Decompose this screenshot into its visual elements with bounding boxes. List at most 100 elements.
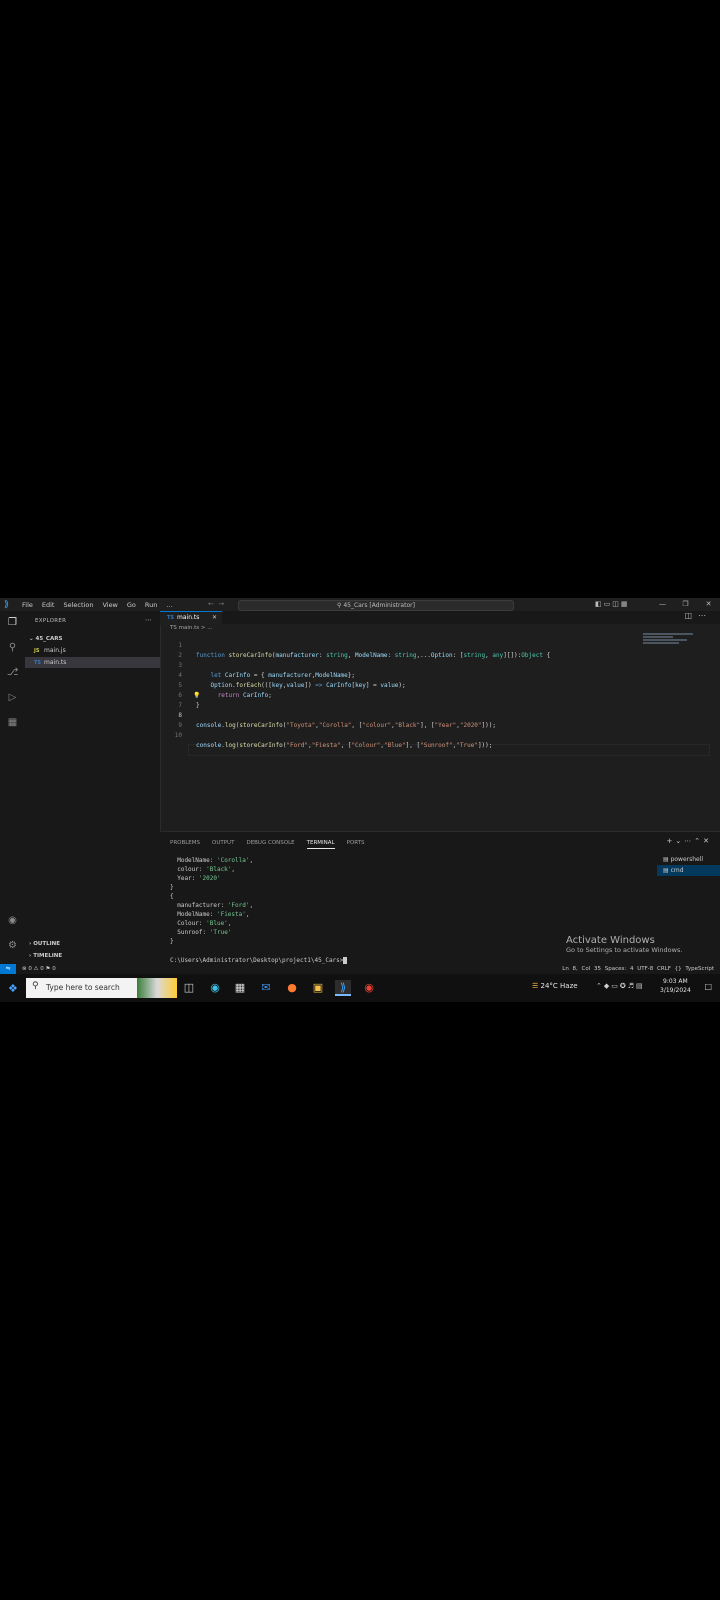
chevron-down-icon: ⌄ bbox=[29, 636, 34, 642]
search-highlight-image bbox=[137, 978, 177, 998]
remote-icon[interactable]: ⇋ bbox=[0, 964, 16, 974]
terminal-item-cmd[interactable]: ▤ cmd bbox=[657, 865, 720, 876]
code-line: 5 return CarInfo; bbox=[160, 671, 720, 699]
problems-status[interactable]: ⊗ 0 ⚠ 0 ⚑ 0 bbox=[22, 964, 56, 974]
terminal-line: Year: '2020' bbox=[170, 875, 221, 882]
file-main-js[interactable]: JS main.js bbox=[25, 645, 160, 656]
run-debug-icon[interactable]: ▷ bbox=[6, 691, 19, 704]
outline-section[interactable]: › OUTLINE bbox=[29, 941, 60, 947]
vscode-taskbar-icon[interactable]: ⟫ bbox=[335, 980, 351, 996]
terminal-line: colour: 'Black', bbox=[170, 866, 236, 873]
haze-icon: ☰ bbox=[532, 982, 539, 990]
taskbar-clock[interactable]: 9:03 AM 3/19/2024 bbox=[660, 977, 691, 995]
extensions-icon[interactable]: ▦ bbox=[6, 716, 19, 729]
terminal-output[interactable]: ModelName: 'Corolla', colour: 'Black', Y… bbox=[170, 856, 348, 965]
more-actions-icon[interactable]: ⋯ bbox=[145, 616, 152, 624]
panel-tabs: PROBLEMS OUTPUT DEBUG CONSOLE TERMINAL P… bbox=[170, 840, 377, 849]
search-icon[interactable]: ⚲ bbox=[6, 641, 19, 654]
search-icon: ⚲ bbox=[32, 981, 39, 991]
split-editor-icon[interactable]: ◫⋯ bbox=[684, 611, 712, 620]
taskbar-search[interactable]: ⚲ Type here to search bbox=[26, 978, 177, 998]
file-name: main.ts bbox=[44, 659, 67, 666]
terminal-list: ▤ powershell ▤ cmd bbox=[657, 854, 720, 876]
command-center-label: 45_Cars [Administrator] bbox=[343, 602, 415, 609]
menu-file[interactable]: File bbox=[22, 601, 33, 609]
terminal-line: } bbox=[170, 884, 174, 891]
mail-icon[interactable]: ✉ bbox=[258, 980, 274, 996]
terminal-line: } bbox=[170, 938, 174, 945]
menu-bar: File Edit Selection View Go Run … bbox=[22, 601, 182, 609]
folder-header[interactable]: ⌄ 45_CARS bbox=[29, 636, 62, 642]
layout-toggle-icons[interactable]: ◧▭◫▦ bbox=[595, 600, 629, 608]
source-control-icon[interactable]: ⎇ bbox=[6, 666, 19, 679]
code-line: 8 console.log(storeCarInfo("Toyota","Cor… bbox=[160, 701, 720, 729]
store-icon[interactable]: ▦ bbox=[232, 980, 248, 996]
restore-icon[interactable]: ❐ bbox=[674, 598, 697, 611]
terminal-cursor bbox=[343, 957, 348, 964]
terminal-line: ModelName: 'Corolla', bbox=[170, 857, 254, 864]
menu-selection[interactable]: Selection bbox=[63, 601, 93, 609]
windows-taskbar: ❖ ⚲ Type here to search ◫ ◉ ▦ ✉ ● ▣ ⟫ ◉ … bbox=[0, 974, 720, 1002]
lightbulb-icon[interactable]: 💡 bbox=[193, 692, 200, 699]
terminal-icon: ▤ bbox=[663, 856, 671, 863]
code-line: 2 bbox=[160, 641, 720, 659]
minimize-icon[interactable]: — bbox=[651, 598, 674, 611]
code-line: 3 let CarInfo = { manufacturer,ModelName… bbox=[160, 651, 720, 679]
status-bar: ⇋ ⊗ 0 ⚠ 0 ⚑ 0 Ln 8, Col 35 Spaces: 4 UTF… bbox=[0, 964, 720, 974]
code-editor[interactable]: 1 function storeCarInfo(manufacturer: st… bbox=[160, 631, 720, 831]
terminal-line: ModelName: 'Fiesta', bbox=[170, 911, 250, 918]
notification-icon[interactable]: □ bbox=[704, 982, 712, 991]
close-icon[interactable]: ✕ bbox=[697, 598, 720, 611]
tab-terminal[interactable]: TERMINAL bbox=[306, 840, 335, 849]
typescript-file-icon: TS bbox=[167, 615, 175, 621]
chevron-right-icon: › bbox=[29, 953, 32, 959]
panel-actions-icons[interactable]: +⌄⋯⌃✕ bbox=[667, 837, 712, 845]
file-explorer-icon[interactable]: ▣ bbox=[310, 980, 326, 996]
file-name: main.js bbox=[44, 647, 66, 654]
close-tab-icon[interactable]: ✕ bbox=[212, 612, 217, 624]
menu-view[interactable]: View bbox=[102, 601, 117, 609]
nav-back-forward-icon[interactable]: ← → bbox=[208, 600, 224, 608]
explorer-icon[interactable]: ❐ bbox=[6, 616, 19, 629]
javascript-file-icon: JS bbox=[34, 648, 40, 654]
terminal-item-powershell[interactable]: ▤ powershell bbox=[657, 854, 720, 865]
activity-bar: ❐ ⚲ ⎇ ▷ ▦ ◉ ⚙ bbox=[0, 611, 25, 964]
activate-windows-watermark: Activate Windows Go to Settings to activ… bbox=[566, 935, 683, 954]
title-bar: ⟫ File Edit Selection View Go Run … ← → … bbox=[0, 598, 720, 611]
explorer-sidebar: EXPLORER ⋯ ⌄ 45_CARS JS main.js TS main.ts… bbox=[25, 611, 161, 964]
explorer-title: EXPLORER bbox=[35, 618, 67, 624]
minimap[interactable] bbox=[643, 633, 701, 647]
window-controls: — ❐ ✕ bbox=[651, 598, 720, 611]
chrome-icon[interactable]: ◉ bbox=[361, 980, 377, 996]
account-icon[interactable]: ◉ bbox=[6, 914, 19, 927]
task-view-icon[interactable]: ◫ bbox=[181, 980, 197, 996]
editor-status[interactable]: Ln 8, Col 35 Spaces: 4 UTF-8 CRLF {} Typ… bbox=[562, 964, 714, 974]
line-number: 10 bbox=[174, 732, 182, 739]
tab-debug-console[interactable]: DEBUG CONSOLE bbox=[246, 840, 294, 849]
tab-output[interactable]: OUTPUT bbox=[212, 840, 234, 849]
file-main-ts[interactable]: TS main.ts bbox=[25, 657, 160, 668]
windows-start-icon[interactable]: ❖ bbox=[8, 982, 18, 995]
tab-problems[interactable]: PROBLEMS bbox=[170, 840, 200, 849]
tab-ports[interactable]: PORTS bbox=[347, 840, 365, 849]
terminal-line: manufacturer: 'Ford', bbox=[170, 902, 254, 909]
menu-more[interactable]: … bbox=[166, 601, 173, 609]
bottom-panel: PROBLEMS OUTPUT DEBUG CONSOLE TERMINAL P… bbox=[160, 831, 720, 965]
weather-widget[interactable]: ☰ 24°C Haze bbox=[532, 982, 578, 990]
menu-edit[interactable]: Edit bbox=[42, 601, 55, 609]
terminal-line: Colour: 'Blue', bbox=[170, 920, 232, 927]
command-center-search[interactable]: ⚲ 45_Cars [Administrator] bbox=[238, 600, 514, 611]
firefox-icon[interactable]: ● bbox=[284, 980, 300, 996]
menu-run[interactable]: Run bbox=[145, 601, 157, 609]
terminal-icon: ▤ bbox=[663, 867, 671, 874]
chevron-right-icon: › bbox=[29, 941, 32, 947]
edge-icon[interactable]: ◉ bbox=[207, 980, 223, 996]
typescript-file-icon: TS bbox=[34, 660, 42, 666]
screen: ⟫ File Edit Selection View Go Run … ← → … bbox=[0, 598, 720, 1002]
gear-icon[interactable]: ⚙ bbox=[6, 939, 19, 952]
system-tray-icons[interactable]: ⌃◆▭✪♬▤ bbox=[596, 982, 645, 990]
timeline-section[interactable]: › TIMELINE bbox=[29, 953, 62, 959]
menu-go[interactable]: Go bbox=[127, 601, 136, 609]
code-line: 1 function storeCarInfo(manufacturer: st… bbox=[160, 631, 720, 659]
tab-main-ts[interactable]: TS main.ts ✕ bbox=[160, 611, 222, 625]
